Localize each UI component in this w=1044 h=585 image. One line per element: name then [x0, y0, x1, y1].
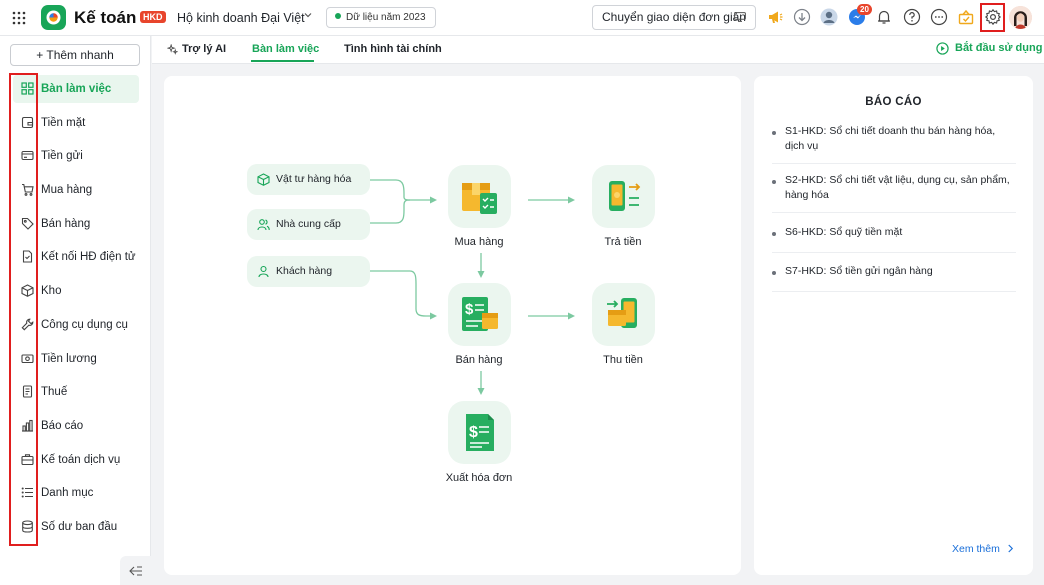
node-label-thu-tien: Thu tiền	[603, 354, 643, 366]
more-icon[interactable]	[930, 8, 948, 26]
data-year-selector[interactable]: Dữ liệu năm 2023	[326, 7, 436, 28]
report-link-s6[interactable]: S6-HKD: Sổ quỹ tiền mặt	[772, 225, 1016, 253]
apps-grid-icon[interactable]	[12, 11, 26, 25]
tax-icon	[22, 385, 33, 398]
sidebar-item-label: Bàn làm việc	[41, 83, 112, 95]
sidebar-item-label: Số dư ban đầu	[41, 520, 118, 533]
node-label-ban-hang: Bán hàng	[455, 354, 503, 366]
help-icon[interactable]	[903, 8, 921, 26]
gift-icon[interactable]	[957, 8, 975, 26]
e-invoice-icon	[22, 250, 33, 263]
tab-ban-lam-viec[interactable]: Bàn làm việc	[252, 43, 319, 55]
sparkle-icon	[167, 44, 178, 55]
switch-simple-ui-button[interactable]: Chuyển giao diện đơn giản	[592, 5, 756, 30]
pill-label: Vật tư hàng hóa	[276, 173, 352, 185]
tag-icon	[21, 217, 34, 230]
sidebar-icons-highlight-box	[9, 73, 38, 546]
report-link-s2[interactable]: S2-HKD: Sổ chi tiết vật liệu, dụng cụ, s…	[772, 173, 1016, 213]
monitor-icon	[734, 12, 746, 22]
node-label-xuat-hoa-don: Xuất hóa đơn	[445, 472, 513, 484]
sidebar-item-label: Danh mục	[41, 487, 94, 500]
workflow-panel: Vật tư hàng hóa Nhà cung cấp Khách hàng …	[164, 76, 741, 575]
node-xuat-hoa-don[interactable]: $	[448, 401, 511, 464]
users-icon	[257, 219, 270, 231]
profile-avatar[interactable]	[1009, 6, 1032, 29]
pill-vat-tu-hang-hoa[interactable]: Vật tư hàng hóa	[247, 164, 370, 195]
cube-icon	[257, 173, 270, 186]
status-dot	[335, 13, 341, 19]
node-label-mua-hang: Mua hàng	[454, 236, 504, 248]
sidebar: + Thêm nhanh Bàn làm việc Tiền mặt Tiền …	[0, 36, 151, 585]
node-ban-hang[interactable]: $	[448, 283, 511, 346]
see-more-label: Xem thêm	[952, 543, 1000, 555]
pill-khach-hang[interactable]: Khách hàng	[247, 256, 370, 287]
active-tab-indicator	[251, 60, 314, 62]
svg-text:$: $	[465, 301, 474, 318]
chevron-down-icon[interactable]	[303, 10, 313, 20]
node-tra-tien[interactable]	[592, 165, 655, 228]
see-more-link[interactable]: Xem thêm	[952, 543, 1014, 555]
briefcase-icon	[21, 453, 34, 465]
data-year-label: Dữ liệu năm 2023	[346, 12, 426, 23]
switch-ui-label: Chuyển giao diện đơn giản	[602, 10, 746, 24]
sidebar-item-label: Kho	[41, 285, 62, 298]
sidebar-item-label: Kế toán dịch vụ	[41, 453, 121, 466]
app-logo[interactable]	[41, 5, 66, 30]
cash-icon	[21, 116, 34, 128]
report-title: BÁO CÁO	[865, 96, 922, 108]
megaphone-icon[interactable]	[766, 8, 784, 26]
business-name-selector[interactable]: Hộ kinh doanh Đại Việt	[177, 11, 305, 25]
quick-add-button[interactable]: + Thêm nhanh	[10, 44, 140, 66]
top-bar: Kế toán HKD Hộ kinh doanh Đại Việt Dữ li…	[0, 0, 1044, 36]
box-icon	[21, 284, 34, 297]
report-icon	[22, 419, 33, 432]
receive-payment-icon	[607, 298, 637, 328]
payment-phone-icon	[609, 181, 641, 211]
pill-label: Khách hàng	[276, 265, 333, 277]
sidebar-item-label: Thuế	[41, 386, 68, 399]
notification-count-badge: 20	[857, 4, 872, 15]
sidebar-item-label: Kết nối HĐ điện tử	[41, 251, 136, 264]
app-name: Kế toán	[74, 8, 137, 27]
sidebar-item-label: Mua hàng	[41, 184, 93, 197]
node-thu-tien[interactable]	[592, 283, 655, 346]
user-avatar-icon[interactable]	[820, 8, 838, 26]
svg-text:$: $	[469, 424, 478, 441]
download-icon[interactable]	[793, 8, 811, 26]
hkd-badge: HKD	[140, 11, 166, 23]
card-icon	[21, 151, 34, 161]
purchase-box-icon	[462, 183, 497, 214]
report-link-s7[interactable]: S7-HKD: Sổ tiền gửi ngân hàng	[772, 264, 1016, 292]
sales-invoice-icon: $	[462, 297, 498, 331]
pill-nha-cung-cap[interactable]: Nhà cung cấp	[247, 209, 370, 240]
bell-icon[interactable]	[875, 8, 893, 26]
node-label-tra-tien: Trả tiền	[604, 236, 642, 248]
salary-icon	[21, 353, 34, 363]
play-circle-icon[interactable]	[936, 42, 949, 55]
issue-invoice-icon: $	[466, 414, 494, 451]
sidebar-item-label: Tiền mặt	[41, 116, 86, 129]
sidebar-item-label: Báo cáo	[41, 419, 84, 432]
list-icon	[21, 487, 33, 498]
database-icon	[22, 520, 33, 533]
settings-gear-icon[interactable]	[984, 8, 1002, 26]
sidebar-item-label: Tiền gửi	[41, 150, 83, 163]
cart-icon	[22, 184, 34, 196]
tab-tro-ly-ai[interactable]: Trợ lý AI	[182, 43, 226, 55]
sidebar-item-label: Công cụ dụng cụ	[41, 318, 128, 331]
wrench-icon	[21, 318, 34, 331]
report-panel: BÁO CÁO S1-HKD: Sổ chi tiết doanh thu bá…	[754, 76, 1033, 575]
node-mua-hang[interactable]	[448, 165, 511, 228]
collapse-sidebar-button[interactable]	[120, 556, 151, 585]
report-link-s1[interactable]: S1-HKD: Sổ chi tiết doanh thu bán hàng h…	[772, 124, 1016, 164]
start-using-link[interactable]: Bắt đầu sử dụng	[955, 42, 1042, 54]
dashboard-icon	[21, 82, 34, 95]
sidebar-item-label: Bán hàng	[41, 217, 91, 230]
collapse-icon	[129, 566, 142, 576]
tab-tinh-hinh-tai-chinh[interactable]: Tình hình tài chính	[344, 43, 442, 55]
sidebar-item-label: Tiền lương	[41, 352, 97, 365]
pill-label: Nhà cung cấp	[276, 218, 341, 230]
chevron-right-icon	[1008, 544, 1013, 553]
user-icon	[258, 265, 269, 278]
